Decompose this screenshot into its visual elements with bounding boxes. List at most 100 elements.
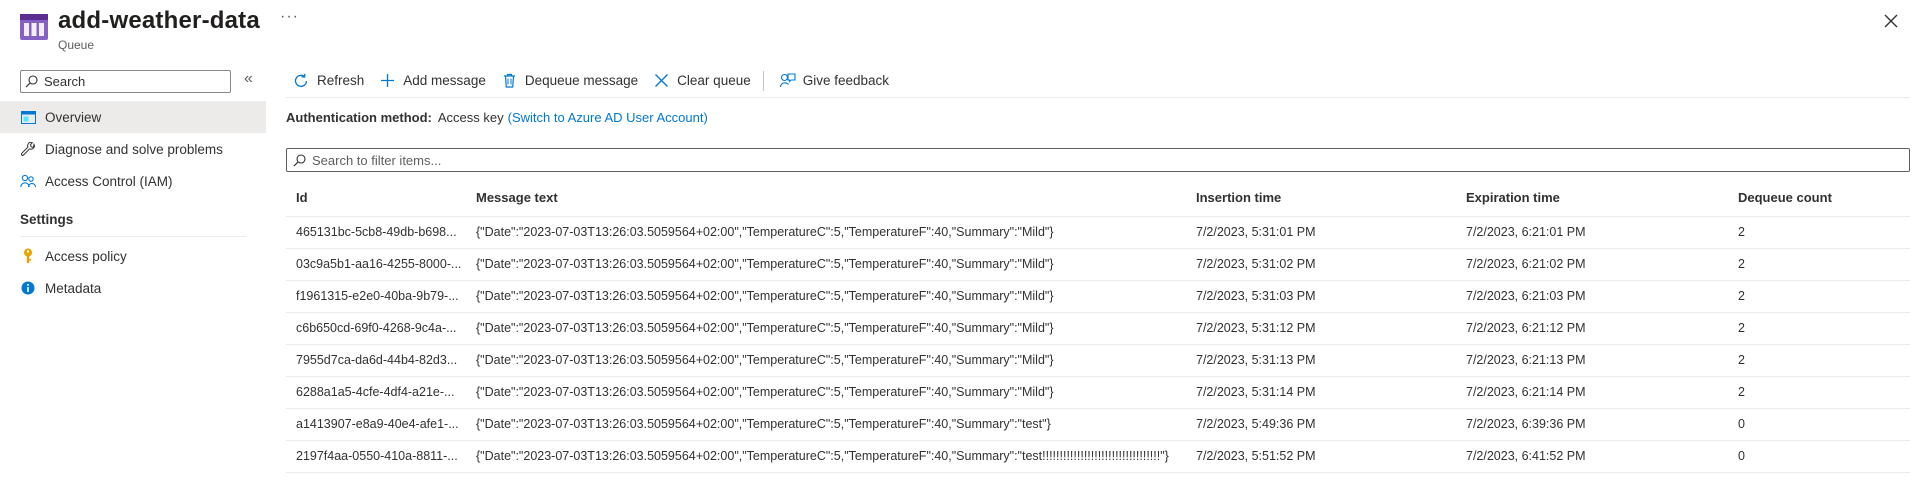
cell-dequeue-count: 2 — [1728, 344, 1910, 377]
cell-insertion-time: 7/2/2023, 5:31:12 PM — [1186, 312, 1456, 345]
table-row[interactable]: a1413907-e8a9-40e4-afe1-... {"Date":"202… — [286, 408, 1910, 441]
column-header-insertion-time[interactable]: Insertion time — [1186, 180, 1456, 216]
feedback-icon — [779, 73, 796, 88]
table-row[interactable]: f1961315-e2e0-40ba-9b79-... {"Date":"202… — [286, 280, 1910, 313]
column-header-id[interactable]: Id — [286, 180, 466, 216]
cell-insertion-time: 7/2/2023, 5:31:01 PM — [1186, 216, 1456, 249]
cell-message-text: {"Date":"2023-07-03T13:26:03.5059564+02:… — [466, 216, 1186, 249]
refresh-label: Refresh — [317, 73, 365, 88]
page-subtitle: Queue — [58, 38, 95, 52]
cell-id: c6b650cd-69f0-4268-9c4a-... — [286, 312, 466, 345]
cell-insertion-time: 7/2/2023, 5:31:13 PM — [1186, 344, 1456, 377]
more-options-button[interactable]: ··· — [280, 8, 299, 26]
filter-box[interactable] — [286, 148, 1910, 172]
cell-expiration-time: 7/2/2023, 6:21:01 PM — [1456, 216, 1728, 249]
sidebar-divider — [20, 236, 246, 237]
table-row[interactable]: 465131bc-5cb8-49db-b698... {"Date":"2023… — [286, 216, 1910, 249]
table-row[interactable]: 6288a1a5-4cfe-4df4-a21e-... {"Date":"202… — [286, 376, 1910, 409]
overview-icon — [20, 109, 36, 125]
sidebar-item-label: Access policy — [45, 248, 127, 264]
table-header-row: Id Message text Insertion time Expiratio… — [286, 180, 1910, 216]
column-header-message-text[interactable]: Message text — [466, 180, 1186, 216]
refresh-button[interactable]: Refresh — [286, 67, 372, 95]
sidebar-item-label: Metadata — [45, 280, 102, 296]
cell-insertion-time: 7/2/2023, 5:31:02 PM — [1186, 248, 1456, 281]
clear-x-icon — [655, 74, 669, 87]
cell-expiration-time: 7/2/2023, 6:21:14 PM — [1456, 376, 1728, 409]
sidebar-item-metadata[interactable]: Metadata — [0, 272, 266, 304]
authentication-method: Authentication method: Access key (Switch … — [286, 110, 708, 125]
column-header-expiration-time[interactable]: Expiration time — [1456, 180, 1728, 216]
sidebar-item-label: Overview — [45, 109, 102, 125]
clear-queue-button[interactable]: Clear queue — [646, 67, 759, 95]
sidebar-item-overview[interactable]: Overview — [0, 101, 266, 133]
sidebar-search-input[interactable]: Search — [20, 70, 231, 93]
give-feedback-button[interactable]: Give feedback — [772, 67, 897, 95]
people-icon — [20, 173, 36, 189]
settings-section-heading: Settings — [20, 212, 74, 227]
cell-insertion-time: 7/2/2023, 5:31:03 PM — [1186, 280, 1456, 313]
cell-id: a1413907-e8a9-40e4-afe1-... — [286, 408, 466, 441]
cell-id: f1961315-e2e0-40ba-9b79-... — [286, 280, 466, 313]
info-icon — [20, 280, 36, 296]
cell-dequeue-count: 2 — [1728, 312, 1910, 345]
column-header-dequeue-count[interactable]: Dequeue count — [1728, 180, 1910, 216]
cell-message-text: {"Date":"2023-07-03T13:26:03.5059564+02:… — [466, 408, 1186, 441]
key-icon — [20, 248, 36, 264]
sidebar-item-access-policy[interactable]: Access policy — [0, 240, 266, 272]
messages-table: Id Message text Insertion time Expiratio… — [286, 180, 1910, 473]
cell-dequeue-count: 2 — [1728, 376, 1910, 409]
sidebar-item-diagnose[interactable]: Diagnose and solve problems — [0, 133, 266, 165]
refresh-icon — [294, 73, 308, 87]
cell-dequeue-count: 2 — [1728, 280, 1910, 313]
trash-icon — [503, 73, 515, 88]
table-row[interactable]: c6b650cd-69f0-4268-9c4a-... {"Date":"202… — [286, 312, 1910, 345]
cell-message-text: {"Date":"2023-07-03T13:26:03.5059564+02:… — [466, 280, 1186, 313]
auth-value: Access key — [437, 110, 504, 125]
collapse-sidebar-button[interactable]: « — [244, 70, 253, 88]
page-header: add-weather-data Queue ··· — [0, 0, 1920, 58]
cell-id: 03c9a5b1-aa16-4255-8000-... — [286, 248, 466, 281]
cell-id: 465131bc-5cb8-49db-b698... — [286, 216, 466, 249]
cell-id: 2197f4aa-0550-410a-8811-... — [286, 440, 466, 473]
cell-expiration-time: 7/2/2023, 6:21:03 PM — [1456, 280, 1728, 313]
toolbar-separator — [762, 70, 764, 91]
dequeue-message-label: Dequeue message — [524, 73, 639, 88]
cell-message-text: {"Date":"2023-07-03T13:26:03.5059564+02:… — [466, 440, 1186, 473]
table-row[interactable]: 03c9a5b1-aa16-4255-8000-... {"Date":"202… — [286, 248, 1910, 281]
switch-auth-link[interactable]: (Switch to Azure AD User Account) — [508, 110, 708, 125]
wrench-icon — [20, 141, 36, 157]
cell-message-text: {"Date":"2023-07-03T13:26:03.5059564+02:… — [466, 248, 1186, 281]
search-icon — [25, 75, 38, 88]
cell-dequeue-count: 2 — [1728, 248, 1910, 281]
cell-id: 7955d7ca-da6d-44b4-82d3... — [286, 344, 466, 377]
cell-dequeue-count: 0 — [1728, 440, 1910, 473]
page-title: add-weather-data — [58, 7, 260, 34]
cell-expiration-time: 7/2/2023, 6:41:52 PM — [1456, 440, 1728, 473]
close-icon[interactable] — [1882, 12, 1900, 30]
plus-icon — [381, 74, 395, 87]
auth-label: Authentication method: — [286, 110, 432, 125]
cell-insertion-time: 7/2/2023, 5:51:52 PM — [1186, 440, 1456, 473]
cell-expiration-time: 7/2/2023, 6:21:13 PM — [1456, 344, 1728, 377]
cell-message-text: {"Date":"2023-07-03T13:26:03.5059564+02:… — [466, 312, 1186, 345]
cell-dequeue-count: 2 — [1728, 216, 1910, 249]
sidebar-item-label: Access Control (IAM) — [45, 173, 173, 189]
cell-insertion-time: 7/2/2023, 5:31:14 PM — [1186, 376, 1456, 409]
sidebar-item-access-control[interactable]: Access Control (IAM) — [0, 165, 266, 197]
cell-message-text: {"Date":"2023-07-03T13:26:03.5059564+02:… — [466, 376, 1186, 409]
table-row[interactable]: 7955d7ca-da6d-44b4-82d3... {"Date":"2023… — [286, 344, 1910, 377]
command-bar: Refresh Add message Dequeue message Clea… — [286, 64, 1910, 98]
filter-input[interactable] — [312, 152, 1812, 168]
main-content: Refresh Add message Dequeue message Clea… — [286, 64, 1910, 484]
queue-icon — [20, 14, 48, 40]
dequeue-message-button[interactable]: Dequeue message — [494, 67, 646, 95]
add-message-label: Add message — [403, 73, 486, 88]
cell-insertion-time: 7/2/2023, 5:49:36 PM — [1186, 408, 1456, 441]
cell-expiration-time: 7/2/2023, 6:39:36 PM — [1456, 408, 1728, 441]
cell-expiration-time: 7/2/2023, 6:21:12 PM — [1456, 312, 1728, 345]
table-row[interactable]: 2197f4aa-0550-410a-8811-... {"Date":"202… — [286, 440, 1910, 473]
add-message-button[interactable]: Add message — [372, 67, 494, 95]
cell-expiration-time: 7/2/2023, 6:21:02 PM — [1456, 248, 1728, 281]
cell-dequeue-count: 0 — [1728, 408, 1910, 441]
